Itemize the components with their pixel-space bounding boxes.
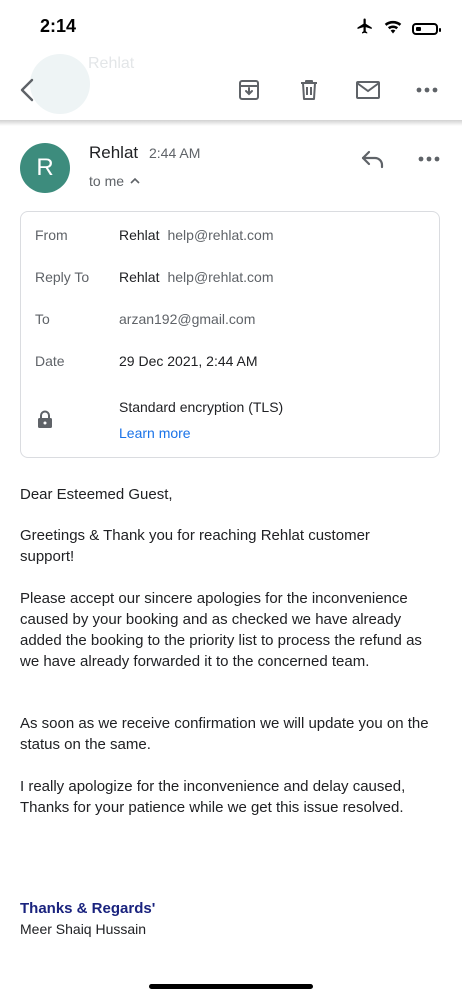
reply-to-value: Rehlat help@rehlat.com — [119, 269, 274, 285]
to-email[interactable]: arzan192@gmail.com — [119, 311, 255, 327]
more-horizontal-icon — [418, 156, 440, 162]
battery-nub — [439, 27, 441, 32]
wifi-icon — [384, 18, 402, 39]
toolbar-shadow — [0, 120, 462, 126]
delete-button[interactable] — [293, 74, 325, 106]
message-details-card: From Rehlat help@rehlat.com Reply To Rehl… — [20, 211, 440, 458]
encryption-text: Standard encryption (TLS) — [119, 399, 284, 415]
status-icons — [356, 17, 441, 40]
from-label: From — [35, 227, 68, 243]
from-value: Rehlat help@rehlat.com — [119, 227, 274, 243]
battery-fill — [416, 26, 421, 31]
back-arrow-icon — [20, 78, 34, 102]
airplane-icon — [356, 17, 374, 40]
back-button[interactable] — [12, 74, 44, 106]
learn-more-link[interactable]: Learn more — [119, 425, 191, 441]
from-name: Rehlat — [119, 227, 160, 243]
from-email[interactable]: help@rehlat.com — [167, 227, 273, 243]
recipients-toggle[interactable]: to me — [89, 173, 140, 189]
date-value: 29 Dec 2021, 2:44 AM — [119, 353, 258, 369]
mail-icon — [356, 81, 380, 99]
signature-closing: Thanks & Regards' — [20, 900, 156, 917]
lock-icon — [37, 410, 53, 434]
sender-time: 2:44 AM — [149, 145, 201, 161]
status-bar: 2:14 — [0, 0, 462, 52]
sender-name: Rehlat — [89, 143, 139, 162]
body-paragraph-4: I really apologize for the inconvenience… — [20, 778, 406, 816]
body-paragraph-3: As soon as we receive confirmation we wi… — [20, 715, 429, 753]
signature-name: Meer Shaiq Hussain — [20, 921, 147, 937]
reply-icon — [361, 150, 384, 169]
message-more-button[interactable] — [414, 146, 444, 172]
body-paragraph-1: Greetings & Thank you for reaching Rehla… — [20, 527, 370, 565]
archive-button[interactable] — [233, 74, 265, 106]
more-horizontal-icon — [416, 87, 438, 93]
date-label: Date — [35, 353, 65, 369]
avatar[interactable]: R — [20, 143, 70, 193]
archive-icon — [239, 80, 259, 100]
trash-icon — [301, 80, 317, 100]
more-options-button[interactable] — [411, 74, 443, 106]
reply-to-label: Reply To — [35, 269, 90, 285]
to-me-label: to me — [89, 173, 125, 189]
reply-to-name: Rehlat — [119, 269, 160, 285]
status-time: 2:14 — [40, 16, 77, 36]
body-greeting: Dear Esteemed Guest, — [20, 486, 173, 503]
email-view: 2:14 Rehlat R Rehlat 2:44 AM to me From … — [0, 0, 462, 1000]
reply-button[interactable] — [358, 146, 388, 172]
body-paragraph-2: Please accept our sincere apologies for … — [20, 590, 422, 670]
home-indicator[interactable] — [149, 984, 313, 989]
mark-unread-button[interactable] — [352, 74, 384, 106]
battery-icon — [412, 22, 441, 35]
chevron-up-icon — [130, 177, 140, 184]
toolbar — [0, 60, 462, 120]
reply-to-email[interactable]: help@rehlat.com — [167, 269, 273, 285]
to-label: To — [35, 311, 50, 327]
